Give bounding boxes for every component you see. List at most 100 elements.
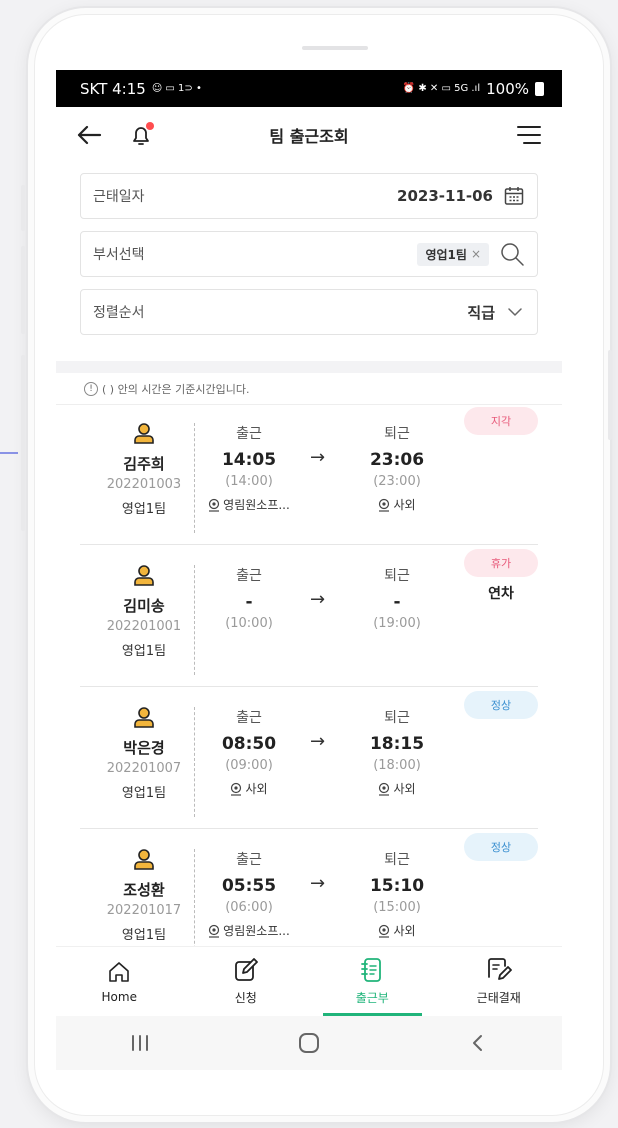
check-in-time: 05:55 [221, 876, 277, 896]
check-in-location: 영림원소프... [223, 924, 290, 938]
attendance-record[interactable]: 김미송 202201001 영업1팀 출근 - (10:00) → 퇴근 - (… [80, 545, 538, 687]
department-filter[interactable]: 부서선택 영업1팀 × [80, 231, 538, 277]
check-in-location: 영림원소프... [223, 498, 290, 512]
status-left-icons: ☺ ▭ 1⊃ • [151, 83, 202, 94]
back-system-button[interactable] [448, 1033, 508, 1053]
location-icon [379, 782, 390, 796]
date-value: 2023-11-06 [397, 187, 493, 205]
department-filter-label: 부서선택 [93, 247, 145, 263]
nav-approval-label: 근태결재 [476, 991, 521, 1005]
check-out-standard: (18:00) [373, 758, 421, 773]
status-right-icons: ⏰ ✱ ✕ ▭ 5G .ıl [402, 83, 481, 94]
decorative-line [0, 452, 18, 454]
check-out-time: 23:06 [369, 450, 425, 470]
date-filter[interactable]: 근태일자 2023-11-06 [80, 173, 538, 219]
system-nav-bar [56, 1016, 562, 1070]
nav-request[interactable]: 신청 [183, 947, 310, 1016]
arrow-icon: → [310, 589, 326, 610]
chevron-down-icon [508, 308, 522, 316]
employee-name: 김미송 [123, 597, 165, 615]
check-out-label: 퇴근 [384, 710, 410, 726]
check-out-label: 퇴근 [384, 568, 410, 584]
menu-button[interactable] [514, 120, 544, 150]
bottom-nav: Home 신청 출근부 근태결재 [56, 946, 562, 1016]
employee-name: 김주희 [123, 455, 165, 473]
edit-icon [234, 958, 258, 981]
check-in-label: 출근 [236, 426, 262, 442]
attendance-list: 김주희 202201003 영업1팀 출근 14:05 (14:00) 영림원소… [56, 403, 562, 946]
check-in-standard: (10:00) [225, 616, 273, 631]
side-button [21, 246, 25, 334]
back-chevron-icon [472, 1035, 482, 1051]
attendance-record[interactable]: 김주희 202201003 영업1팀 출근 14:05 (14:00) 영림원소… [80, 403, 538, 545]
home-icon [109, 961, 130, 982]
nav-attendance[interactable]: 출근부 [309, 947, 436, 1016]
check-out-label: 퇴근 [384, 426, 410, 442]
check-in-label: 출근 [236, 710, 262, 726]
hamburger-icon [517, 126, 541, 144]
app-header: 팀 출근조회 [56, 107, 562, 163]
check-in-label: 출근 [236, 852, 262, 868]
location-icon [231, 782, 242, 796]
notification-button[interactable] [126, 120, 156, 150]
recent-apps-icon [132, 1035, 149, 1051]
check-in-time: 14:05 [221, 450, 277, 470]
leave-type: 연차 [488, 586, 514, 602]
department-chip[interactable]: 영업1팀 × [417, 242, 489, 266]
filter-panel: 근태일자 2023-11-06 부서선택 영업1팀 × 정렬순서 직급 [56, 163, 562, 361]
status-badge: 정상 [464, 691, 538, 719]
side-button [21, 185, 25, 231]
employee-department: 영업1팀 [121, 928, 167, 943]
recent-apps-button[interactable] [110, 1034, 170, 1052]
check-out-standard: (15:00) [373, 900, 421, 915]
battery-icon [535, 81, 544, 96]
sort-value: 직급 [467, 303, 495, 322]
speaker [302, 46, 368, 50]
home-system-button[interactable] [279, 1032, 339, 1054]
arrow-icon: → [310, 447, 326, 468]
search-icon[interactable] [499, 241, 525, 267]
status-badge: 정상 [464, 833, 538, 861]
location-icon [379, 924, 390, 938]
employee-department: 영업1팀 [121, 786, 167, 801]
employee-name: 조성환 [123, 881, 165, 899]
status-carrier-time: SKT 4:15 [80, 79, 146, 98]
notebook-icon [361, 958, 382, 982]
status-badge: 지각 [464, 407, 538, 435]
check-out-label: 퇴근 [384, 852, 410, 868]
side-button [21, 355, 25, 531]
calendar-icon [504, 187, 524, 205]
section-divider [56, 361, 562, 373]
app-screen: SKT 4:15 ☺ ▭ 1⊃ • ⏰ ✱ ✕ ▭ 5G .ıl 100% 팀 … [56, 70, 562, 1070]
check-in-standard: (14:00) [225, 474, 273, 489]
check-out-time: 15:10 [369, 876, 425, 896]
attendance-record[interactable]: 박은경 202201007 영업1팀 출근 08:50 (09:00) 사외 →… [80, 687, 538, 829]
sort-filter[interactable]: 정렬순서 직급 [80, 289, 538, 335]
employee-number: 202201017 [106, 903, 182, 918]
check-out-standard: (23:00) [373, 474, 421, 489]
employee-department: 영업1팀 [121, 644, 167, 659]
location-icon [379, 498, 390, 512]
location-icon [209, 498, 220, 512]
employee-number: 202201001 [106, 619, 182, 634]
employee-number: 202201007 [106, 761, 182, 776]
location-icon [209, 924, 220, 938]
check-out-location: 사외 [393, 782, 416, 796]
back-button[interactable] [74, 120, 104, 150]
nav-home[interactable]: Home [56, 947, 183, 1016]
nav-approval[interactable]: 근태결재 [436, 947, 563, 1016]
date-filter-label: 근태일자 [93, 189, 145, 205]
person-icon [134, 565, 154, 586]
chip-remove-button[interactable]: × [471, 247, 481, 261]
notification-dot [146, 122, 154, 130]
battery-text: 100% [486, 79, 529, 98]
check-in-standard: (06:00) [225, 900, 273, 915]
sort-filter-label: 정렬순서 [93, 305, 145, 321]
check-in-location: 사외 [245, 782, 268, 796]
person-icon [134, 423, 154, 444]
employee-department: 영업1팀 [121, 502, 167, 517]
attendance-record[interactable]: 조성환 202201017 영업1팀 출근 05:55 (06:00) 영림원소… [80, 829, 538, 946]
check-in-standard: (09:00) [225, 758, 273, 773]
notice-text: ( ) 안의 시간은 기준시간입니다. [102, 382, 250, 396]
nav-request-label: 신청 [234, 991, 257, 1005]
